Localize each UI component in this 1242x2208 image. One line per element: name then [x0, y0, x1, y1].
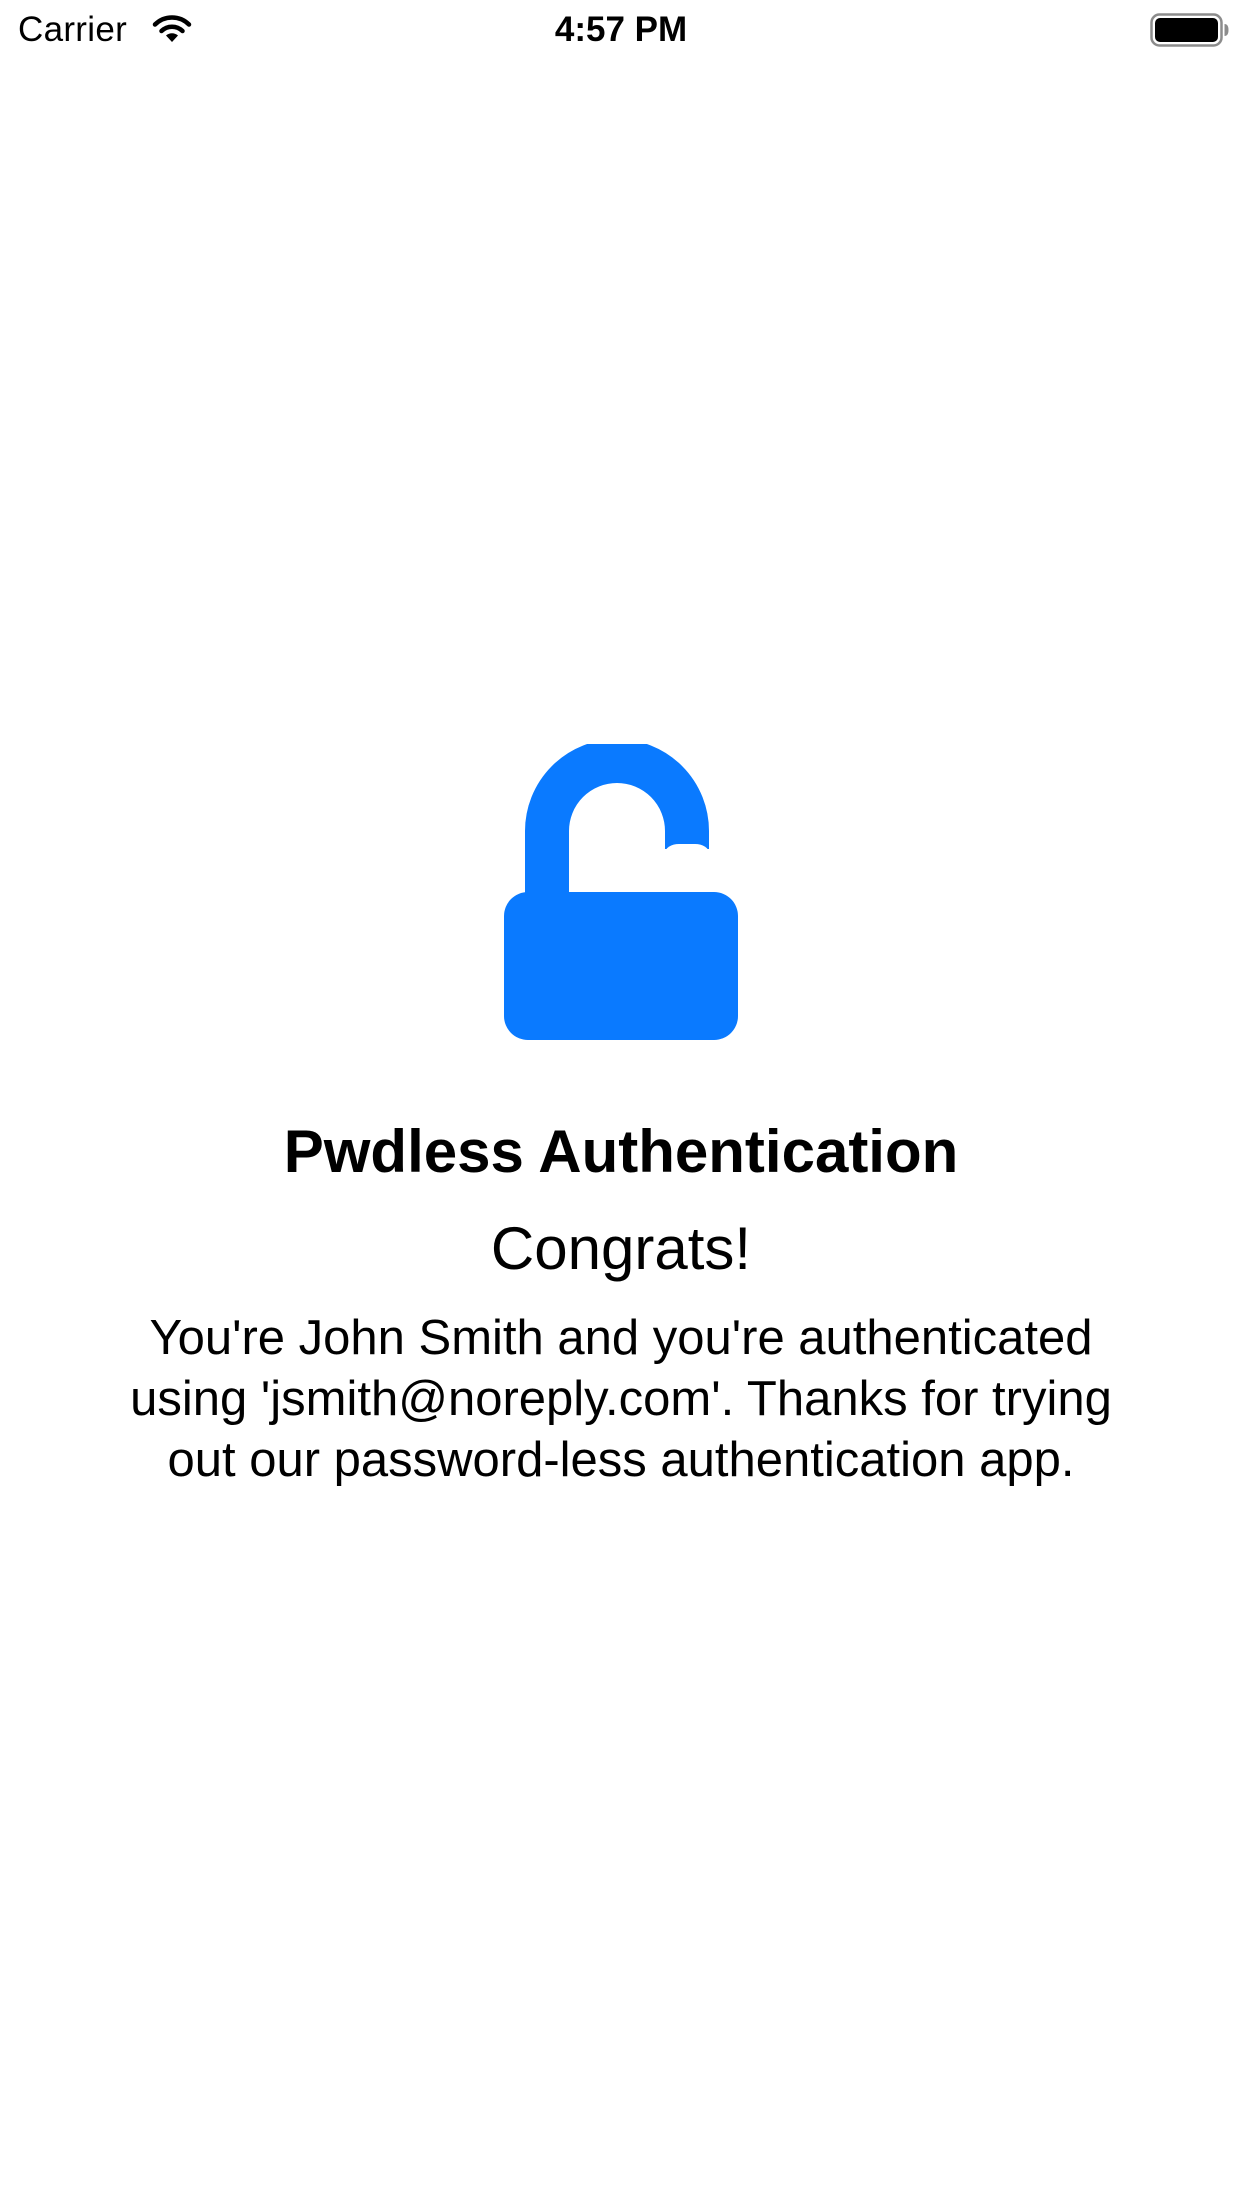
- auth-message: You're John Smith and you're authenticat…: [130, 1311, 1112, 1487]
- congrats-heading: Congrats!: [490, 1215, 752, 1282]
- lock-open-icon: [504, 744, 738, 1040]
- page-title: Pwdless Authentication: [283, 1118, 959, 1185]
- auth-success-screen: Pwdless Authentication Congrats! You're …: [0, 0, 1242, 2208]
